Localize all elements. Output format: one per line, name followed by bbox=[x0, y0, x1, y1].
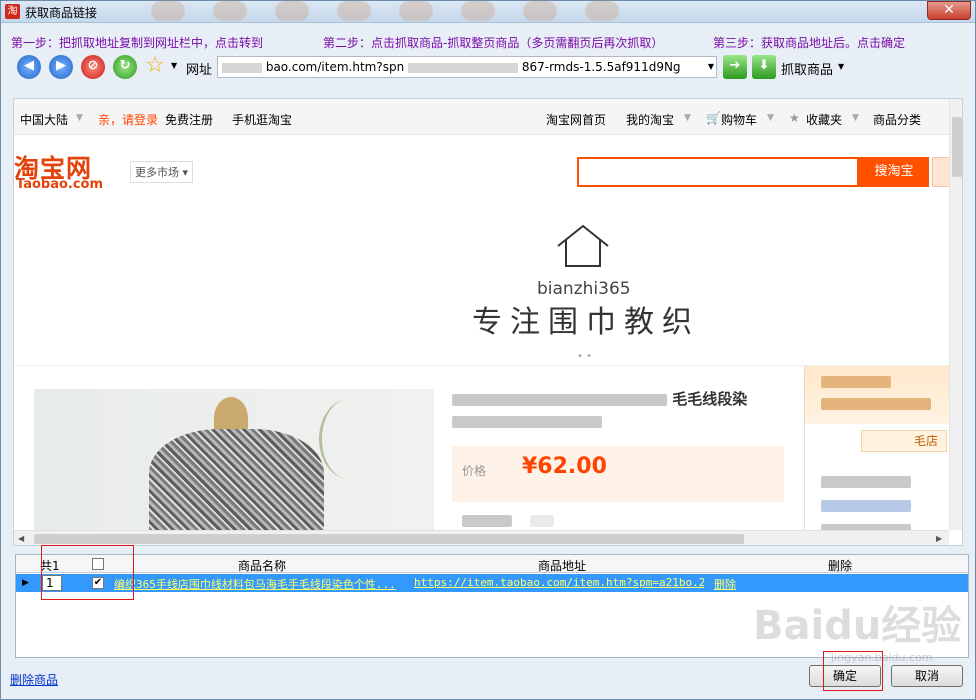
favorites-chevron-icon: ▼ bbox=[852, 113, 859, 123]
product-image[interactable] bbox=[34, 389, 434, 534]
shop-brand-en: bianzhi365 bbox=[537, 279, 631, 299]
grab-dropdown-icon[interactable]: ▼ bbox=[838, 62, 844, 71]
shop-info-blur-2 bbox=[821, 500, 911, 512]
shop-panel: 毛店 bbox=[804, 366, 951, 545]
refresh-icon[interactable]: ↻ bbox=[113, 55, 137, 79]
cart-chevron-icon: ▼ bbox=[767, 113, 774, 123]
shop-name-blur bbox=[821, 376, 891, 388]
app-window: 淘 获取商品链接 ✕ 第一步：把抓取地址复制到网址栏中，点击转到 第二步：点击抓… bbox=[0, 0, 976, 700]
address-dropdown-icon[interactable]: ▼ bbox=[708, 57, 714, 77]
row-product-name[interactable]: 编织365手线店围巾线材料包马海毛手毛线段染色个性... bbox=[114, 576, 404, 592]
row-product-url[interactable]: https://item.taobao.com/item.htm?spm=a21… bbox=[414, 576, 704, 589]
step-instructions: 第一步：把抓取地址复制到网址栏中，点击转到 第二步：点击抓取商品-抓取整页商品（… bbox=[1, 34, 975, 50]
scarf-image bbox=[149, 429, 324, 534]
scroll-right-icon[interactable]: ▶ bbox=[936, 534, 942, 543]
shop-info-blur-1 bbox=[821, 476, 911, 488]
download-icon[interactable]: ⬇ bbox=[752, 55, 776, 79]
shop-desc-blur bbox=[821, 398, 931, 410]
my-taobao-chevron-icon: ▼ bbox=[684, 113, 691, 123]
background-taskbar-blur bbox=[151, 1, 671, 23]
login-link[interactable]: 亲，请登录 bbox=[98, 111, 158, 128]
region-selector[interactable]: 中国大陆 bbox=[20, 111, 68, 128]
row-pointer-icon: ▶ bbox=[22, 578, 29, 588]
header-name[interactable]: 商品名称 bbox=[238, 557, 286, 574]
delete-products-link[interactable]: 删除商品 bbox=[10, 671, 58, 688]
grab-products-button[interactable]: 抓取商品 bbox=[781, 59, 833, 78]
address-visible-part: bao.com/item.htm?spn bbox=[265, 60, 405, 74]
cart-link[interactable]: 购物车 bbox=[721, 111, 757, 128]
price-label: 价格 bbox=[462, 464, 487, 478]
product-title: 毛毛线段染 bbox=[452, 388, 792, 432]
search-extra-tab[interactable] bbox=[932, 157, 950, 187]
price-value: ¥62.00 bbox=[522, 454, 607, 479]
vertical-scrollbar[interactable] bbox=[949, 99, 962, 530]
horizontal-scrollbar[interactable]: ◀ ▶ bbox=[14, 530, 949, 545]
favorite-dropdown-icon[interactable]: ▼ bbox=[171, 61, 177, 70]
shop-link-button[interactable]: 毛店 bbox=[861, 430, 947, 452]
category-link[interactable]: 商品分类 bbox=[873, 111, 921, 128]
header-url[interactable]: 商品地址 bbox=[538, 557, 586, 574]
address-tail: 867-rmds-1.5.5af911d9Ng bbox=[521, 60, 681, 74]
go-icon[interactable]: ➔ bbox=[723, 55, 747, 79]
step-3-text: 第三步：获取商品地址后。点击确定 bbox=[713, 36, 906, 50]
highlight-box-checkbox bbox=[41, 545, 134, 600]
baidu-watermark: Baidu经验 bbox=[753, 603, 962, 649]
table-row[interactable]: ▶ 1 ✔ 编织365手线店围巾线材料包马海毛手毛线段染色个性... https… bbox=[16, 574, 968, 592]
search-button[interactable]: 搜淘宝 bbox=[859, 157, 929, 187]
home-link[interactable]: 淘宝网首页 bbox=[546, 111, 606, 128]
shop-suffix: 毛店 bbox=[913, 434, 938, 448]
star-icon: ★ bbox=[789, 111, 800, 125]
qty-blur bbox=[462, 514, 512, 527]
favorite-star-icon[interactable]: ☆ bbox=[143, 55, 167, 79]
embedded-browser[interactable]: 中国大陆 ▼ 亲，请登录 免费注册 手机逛淘宝 淘宝网首页 我的淘宝 ▼ 🛒 购… bbox=[13, 98, 963, 546]
address-blur-2 bbox=[408, 62, 519, 73]
step-1-text: 第一步：把抓取地址复制到网址栏中，点击转到 bbox=[11, 36, 264, 50]
browser-toolbar: ◀ ▶ ⊘ ↻ ☆ ▼ 网址 bao.com/item.htm?spn 867-… bbox=[1, 53, 975, 81]
scroll-left-icon[interactable]: ◀ bbox=[18, 534, 24, 543]
title-blur bbox=[452, 393, 667, 406]
search-input[interactable] bbox=[577, 157, 859, 187]
header-delete[interactable]: 删除 bbox=[828, 557, 852, 574]
price-box: 价格 ¥62.00 bbox=[452, 446, 784, 502]
cart-icon: 🛒 bbox=[706, 111, 721, 125]
house-logo-icon bbox=[557, 224, 609, 267]
product-title-visible: 毛毛线段染 bbox=[672, 390, 748, 408]
qty-stepper[interactable] bbox=[529, 514, 554, 527]
back-icon[interactable]: ◀ bbox=[17, 55, 41, 79]
cancel-button[interactable]: 取消 bbox=[891, 665, 963, 687]
forward-icon[interactable]: ▶ bbox=[49, 55, 73, 79]
address-label: 网址 bbox=[186, 63, 213, 78]
taobao-top-nav: 中国大陆 ▼ 亲，请登录 免费注册 手机逛淘宝 淘宝网首页 我的淘宝 ▼ 🛒 购… bbox=[14, 99, 949, 135]
shop-brand-slogan: 专注围巾教织 bbox=[472, 305, 700, 340]
shop-header bbox=[805, 366, 951, 424]
more-market-label: 更多市场 bbox=[135, 166, 179, 179]
horizontal-scroll-thumb[interactable] bbox=[34, 534, 744, 544]
plant-decoration bbox=[319, 399, 379, 479]
app-icon: 淘 bbox=[5, 4, 20, 19]
address-input[interactable]: bao.com/item.htm?spn 867-rmds-1.5.5af911… bbox=[217, 56, 717, 78]
row-delete-link[interactable]: 删除 bbox=[714, 576, 736, 592]
taobao-logo-en: Taobao.com bbox=[16, 177, 104, 192]
vertical-scroll-thumb[interactable] bbox=[952, 117, 962, 177]
title-bar: 淘 获取商品链接 ✕ bbox=[1, 1, 975, 23]
banner-dots: • • bbox=[577, 351, 592, 362]
register-link[interactable]: 免费注册 bbox=[165, 111, 213, 128]
region-chevron-icon: ▼ bbox=[76, 113, 83, 123]
favorites-link[interactable]: 收藏夹 bbox=[806, 111, 842, 128]
highlight-box-confirm bbox=[823, 651, 883, 691]
grid-header: 共1 商品名称 商品地址 删除 bbox=[16, 555, 968, 573]
title-blur-2 bbox=[452, 415, 602, 428]
mobile-link[interactable]: 手机逛淘宝 bbox=[232, 111, 292, 128]
stop-icon[interactable]: ⊘ bbox=[81, 55, 105, 79]
my-taobao-link[interactable]: 我的淘宝 bbox=[626, 111, 674, 128]
more-market-dropdown[interactable]: 更多市场 ▾ bbox=[130, 161, 194, 183]
close-button[interactable]: ✕ bbox=[927, 1, 971, 20]
step-2-text: 第二步：点击抓取商品-抓取整页商品（多页需翻页后再次抓取） bbox=[323, 36, 664, 50]
address-blur-1 bbox=[222, 62, 262, 73]
window-title: 获取商品链接 bbox=[25, 6, 98, 20]
